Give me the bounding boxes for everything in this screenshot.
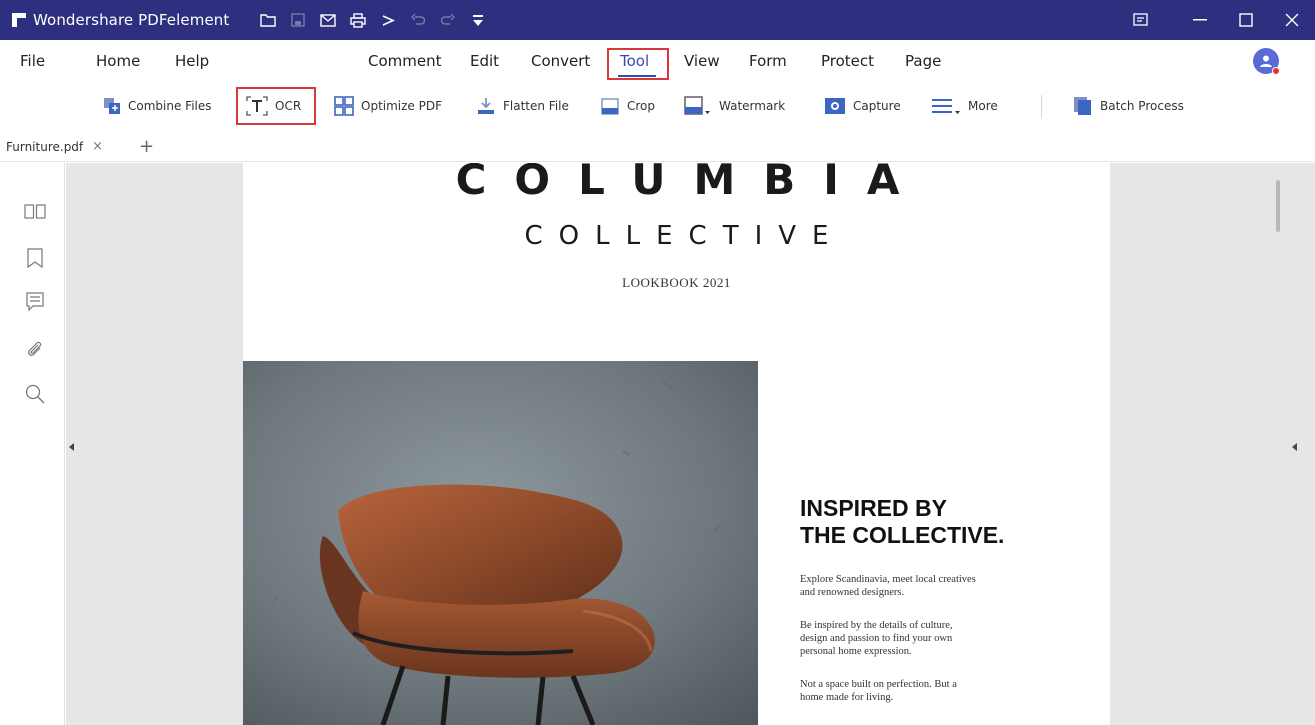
user-icon <box>1260 55 1272 67</box>
crop-button[interactable]: Crop <box>600 95 655 117</box>
paragraph-2-line-2: design and passion to find your own <box>800 633 953 644</box>
ocr-button[interactable]: OCR <box>246 95 301 117</box>
app-logo-icon <box>12 13 26 27</box>
menu-bar: File Home Help Comment Edit Convert Tool… <box>0 48 1315 82</box>
active-tab-indicator <box>618 75 656 77</box>
optimize-pdf-icon <box>334 96 354 116</box>
combine-files-icon <box>103 97 121 115</box>
redo-icon[interactable] <box>433 0 463 40</box>
watermark-label: Watermark <box>719 99 786 113</box>
paragraph-3: Not a space built on perfection. But a h… <box>800 678 1040 704</box>
menu-convert[interactable]: Convert <box>531 52 590 70</box>
paragraph-2-line-3: personal home expression. <box>800 646 912 657</box>
paragraph-1-line-1: Explore Scandinavia, meet local creative… <box>800 574 976 585</box>
tab-furniture-pdf[interactable]: Furniture.pdf × <box>6 139 103 154</box>
menu-protect[interactable]: Protect <box>821 52 874 70</box>
ribbon-divider <box>1041 95 1042 119</box>
window-controls <box>1117 0 1315 40</box>
bookmark-icon[interactable] <box>24 247 46 269</box>
paragraph-2-line-1: Be inspired by the details of culture, <box>800 620 953 631</box>
notification-dot <box>1272 67 1280 75</box>
tab-close-icon[interactable]: × <box>92 139 103 154</box>
lookbook-subtitle: LOOKBOOK 2021 <box>622 275 731 290</box>
menu-tool[interactable]: Tool <box>620 52 649 70</box>
menu-form[interactable]: Form <box>749 52 787 70</box>
menu-page[interactable]: Page <box>905 52 941 70</box>
brand-subheading: COLLECTIVE <box>524 221 845 251</box>
mail-icon[interactable] <box>313 0 343 40</box>
attachments-icon[interactable] <box>24 339 46 361</box>
search-icon[interactable] <box>24 383 46 405</box>
close-icon[interactable] <box>1269 0 1315 40</box>
customize-icon[interactable] <box>463 0 493 40</box>
optimize-pdf-label: Optimize PDF <box>361 99 442 113</box>
capture-icon <box>824 97 846 115</box>
title-bar: Wondershare PDFelement <box>0 0 1315 40</box>
flatten-file-icon <box>476 96 496 116</box>
menu-view[interactable]: View <box>684 52 720 70</box>
new-tab-button[interactable]: + <box>139 136 154 157</box>
capture-button[interactable]: Capture <box>824 95 901 117</box>
menu-home[interactable]: Home <box>96 52 140 70</box>
undo-icon[interactable] <box>403 0 433 40</box>
menu-file[interactable]: File <box>20 52 45 70</box>
paragraph-1: Explore Scandinavia, meet local creative… <box>800 573 1040 599</box>
more-icon <box>931 96 961 116</box>
flatten-file-label: Flatten File <box>503 99 569 113</box>
paragraph-3-line-2: home made for living. <box>800 692 894 703</box>
document-tab-bar: Furniture.pdf × + <box>0 134 1315 162</box>
batch-process-button[interactable]: Batch Process <box>1073 95 1184 117</box>
minimize-icon[interactable] <box>1177 0 1223 40</box>
vertical-scrollbar[interactable] <box>1276 180 1280 232</box>
thumbnails-icon[interactable] <box>24 201 46 223</box>
menu-edit[interactable]: Edit <box>470 52 499 70</box>
menu-help[interactable]: Help <box>175 52 209 70</box>
pdf-page: COLUMBIA COLLECTIVE LOOKBOOK 2021 INSPIR… <box>243 163 1110 725</box>
save-icon[interactable] <box>283 0 313 40</box>
share-icon[interactable] <box>373 0 403 40</box>
paragraph-3-line-1: Not a space built on perfection. But a <box>800 679 957 690</box>
combine-files-button[interactable]: Combine Files <box>103 95 212 117</box>
user-avatar[interactable] <box>1253 48 1280 75</box>
collapse-left-icon[interactable] <box>66 440 76 454</box>
headline-line-1: INSPIRED BY <box>800 495 947 521</box>
maximize-icon[interactable] <box>1223 0 1269 40</box>
collapse-right-icon[interactable] <box>1289 440 1299 454</box>
quick-access-toolbar <box>253 0 493 40</box>
watermark-icon <box>684 95 712 117</box>
left-sidebar <box>0 163 65 725</box>
optimize-pdf-button[interactable]: Optimize PDF <box>334 95 442 117</box>
tab-title: Furniture.pdf <box>6 139 84 154</box>
brand-heading: COLUMBIA <box>455 163 928 197</box>
folder-icon[interactable] <box>253 0 283 40</box>
batch-process-label: Batch Process <box>1100 99 1184 113</box>
more-label: More <box>968 99 998 113</box>
crop-icon <box>600 96 620 116</box>
ocr-icon <box>246 96 268 116</box>
tool-ribbon: Combine Files OCR Optimize PDF Flatten F… <box>0 87 1315 125</box>
menu-comment[interactable]: Comment <box>368 52 442 70</box>
more-button[interactable]: More <box>931 95 998 117</box>
chair-photo <box>243 361 758 725</box>
comments-icon[interactable] <box>24 291 46 313</box>
headline: INSPIRED BY THE COLLECTIVE. <box>800 495 1100 549</box>
crop-label: Crop <box>627 99 656 113</box>
ocr-label: OCR <box>275 99 302 113</box>
headline-line-2: THE COLLECTIVE. <box>800 522 1005 548</box>
flatten-file-button[interactable]: Flatten File <box>476 95 569 117</box>
app-title: Wondershare PDFelement <box>33 11 230 29</box>
watermark-button[interactable]: Watermark <box>684 95 785 117</box>
capture-label: Capture <box>853 99 901 113</box>
combine-files-label: Combine Files <box>128 99 212 113</box>
paragraph-1-line-2: and renowned designers. <box>800 587 905 598</box>
batch-process-icon <box>1073 96 1093 116</box>
feedback-icon[interactable] <box>1117 0 1163 40</box>
paragraph-2: Be inspired by the details of culture, d… <box>800 619 1040 658</box>
print-icon[interactable] <box>343 0 373 40</box>
